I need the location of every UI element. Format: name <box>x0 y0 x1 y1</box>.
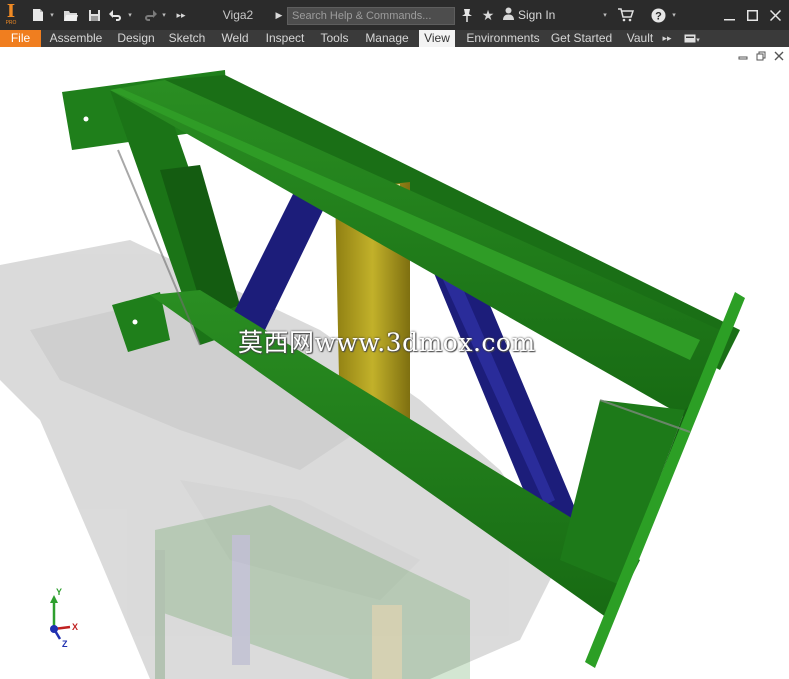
right-post <box>560 400 685 585</box>
tab-view[interactable]: View <box>419 30 455 47</box>
person-icon <box>503 7 514 23</box>
undo-dropdown-icon[interactable]: ▾ <box>126 0 134 30</box>
save-icon[interactable] <box>86 0 102 30</box>
minimize-icon[interactable] <box>722 0 736 30</box>
sign-in-button[interactable]: Sign In <box>503 0 563 30</box>
more-tabs-icon[interactable]: ▸▸ <box>660 30 674 47</box>
cart-icon[interactable] <box>617 0 635 30</box>
app-logo-sub: PRO <box>5 20 17 26</box>
triad-x-label: X <box>72 622 79 632</box>
new-file-icon[interactable] <box>30 0 46 30</box>
new-file-dropdown-icon[interactable]: ▾ <box>48 0 56 30</box>
tab-environments[interactable]: Environments <box>463 30 543 47</box>
watermark-text: 莫西网www.3dmox.com <box>238 328 536 357</box>
tab-weld[interactable]: Weld <box>217 30 253 47</box>
expand-icon[interactable]: ▸▸ <box>174 0 188 30</box>
app-logo-glyph: I <box>6 1 16 22</box>
undo-icon[interactable] <box>108 0 124 30</box>
tab-file[interactable]: File <box>0 30 41 47</box>
tab-vault[interactable]: Vault <box>622 30 658 47</box>
close-icon[interactable] <box>768 0 782 30</box>
view-triad[interactable]: Y X Z <box>40 587 90 652</box>
tab-get-started[interactable]: Get Started <box>550 30 613 47</box>
tab-sketch[interactable]: Sketch <box>166 30 208 47</box>
graphics-window[interactable]: 莫西网www.3dmox.com Y X Z <box>0 47 789 679</box>
3d-model-view[interactable] <box>0 47 789 679</box>
app-logo[interactable]: I PRO <box>2 3 20 27</box>
triad-z-label: Z <box>62 639 68 649</box>
ribbon-tabs: File Assemble Design Sketch Weld Inspect… <box>0 30 789 47</box>
search-arrow-icon[interactable]: ▶ <box>274 0 284 30</box>
document-title: Viga2 <box>222 8 254 22</box>
sign-in-label: Sign In <box>518 8 556 22</box>
help-dropdown-icon[interactable]: ▾ <box>670 0 678 30</box>
triad-y-label: Y <box>56 587 63 597</box>
pin-icon[interactable] <box>460 0 474 30</box>
tab-assemble[interactable]: Assemble <box>47 30 105 47</box>
maximize-icon[interactable] <box>745 0 759 30</box>
redo-dropdown-icon[interactable]: ▾ <box>160 0 168 30</box>
help-icon[interactable]: ? <box>650 0 666 30</box>
tab-inspect[interactable]: Inspect <box>262 30 308 47</box>
title-bar: I PRO ▾ ▾ ▾ ▸▸ Viga2 ▶ Search Help & Com… <box>0 0 789 30</box>
tab-design[interactable]: Design <box>114 30 158 47</box>
redo-icon[interactable] <box>142 0 158 30</box>
search-input[interactable]: Search Help & Commands... <box>287 7 455 25</box>
tab-manage[interactable]: Manage <box>362 30 412 47</box>
open-icon[interactable] <box>62 0 80 30</box>
svg-text:?: ? <box>655 10 662 22</box>
sign-in-dropdown-icon[interactable]: ▾ <box>601 0 609 30</box>
panel-toggle-icon[interactable]: ▾ <box>680 30 704 47</box>
tab-tools[interactable]: Tools <box>316 30 353 47</box>
star-icon[interactable]: ★ <box>481 0 495 30</box>
